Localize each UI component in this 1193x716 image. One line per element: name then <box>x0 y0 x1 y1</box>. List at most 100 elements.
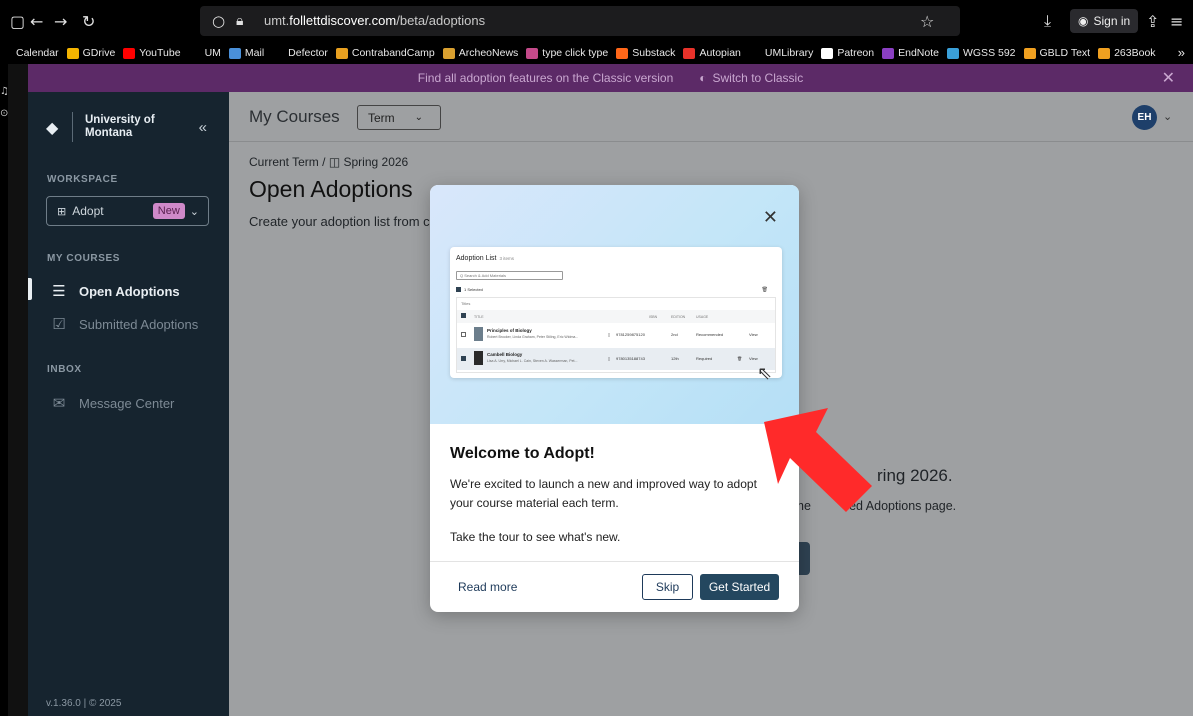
bookmark-favicon-icon <box>188 47 201 59</box>
shield-icon[interactable]: ○ <box>212 8 225 34</box>
lock-icon[interactable]: 🔒︎ <box>236 8 243 34</box>
workspace-select-value: Adopt <box>72 204 104 218</box>
close-icon[interactable]: ✕ <box>1162 68 1175 87</box>
bookmark-item[interactable]: Calendar <box>0 47 59 59</box>
sidebar: ◆ University of Montana « WORKSPACE ⊞ Ad… <box>28 92 229 716</box>
bookmark-item[interactable]: GBLD Text <box>1023 47 1091 59</box>
bookmark-item[interactable]: ContrabandCamp <box>335 47 435 59</box>
share-icon[interactable]: ⇪ <box>1146 8 1159 34</box>
switch-to-classic-link[interactable]: ◐ Switch to Classic <box>699 71 803 85</box>
bookmark-favicon-icon <box>1023 47 1036 59</box>
version-text: v.1.36.0 | © 2025 <box>46 698 122 709</box>
sidebar-toggle-icon[interactable]: ▢ <box>10 8 25 34</box>
sign-in-button[interactable]: ◉ Sign in <box>1070 9 1139 33</box>
classic-banner: Find all adoption features on the Classi… <box>28 64 1193 92</box>
row-usage: Required <box>696 356 713 361</box>
bookmark-item[interactable]: 263Book <box>1098 47 1156 59</box>
bookmark-item[interactable]: UMLibrary <box>748 47 814 59</box>
sidebar-item-label: Message Center <box>79 395 175 411</box>
bookmark-favicon-icon <box>882 47 895 59</box>
workspace-select[interactable]: ⊞ Adopt New ⌄ <box>46 196 209 226</box>
sidebar-item-open-adoptions[interactable]: ☰ Open Adoptions <box>49 282 179 300</box>
bookmark-item[interactable]: ArcheoNews <box>442 47 519 59</box>
modal-title: Welcome to Adopt! <box>450 445 595 462</box>
bookmark-label: ArcheoNews <box>458 47 519 59</box>
modal-body: We're excited to launch a new and improv… <box>450 477 757 510</box>
bookmark-item[interactable]: type click type <box>526 47 608 59</box>
url-text[interactable]: umt.follettdiscover.com/beta/adoptions <box>264 13 485 28</box>
list-icon: ☰ <box>52 282 66 300</box>
chevron-down-icon[interactable]: ⌄ <box>1163 110 1172 123</box>
collapse-sidebar-icon[interactable]: « <box>199 119 207 136</box>
grid-icon: ⊞ <box>57 205 67 218</box>
university-logo[interactable]: ◆ University of Montana <box>46 112 155 142</box>
close-icon[interactable]: ✕ <box>763 207 778 228</box>
skip-button[interactable]: Skip <box>642 574 693 600</box>
read-more-link[interactable]: Read more <box>458 580 517 594</box>
preview-count: 3 items <box>499 256 514 261</box>
bookmark-label: EndNote <box>898 47 939 59</box>
bookmark-item[interactable]: EndNote <box>882 47 939 59</box>
toggle-icon: ◐ <box>699 71 707 85</box>
edge-icon: ♫ <box>0 86 9 97</box>
get-started-button[interactable]: Get Started <box>700 574 779 600</box>
bookmark-label: UMLibrary <box>764 47 814 59</box>
preview-selected-count: 1 Selected <box>456 287 483 292</box>
row-edition: 12th <box>671 356 679 361</box>
bookmark-label: Patreon <box>837 47 875 59</box>
red-arrow-icon <box>764 408 872 512</box>
top-bar: My Courses Term ⌄ EH ⌄ <box>229 92 1193 142</box>
banner-message: Find all adoption features on the Classi… <box>417 71 674 85</box>
preview-title: Adoption List <box>456 255 497 262</box>
preview-table-label: Titles <box>461 301 471 306</box>
bookmark-item[interactable]: Mail <box>228 47 264 59</box>
bookmarks-overflow-icon[interactable]: » <box>1178 45 1185 60</box>
avatar[interactable]: EH <box>1132 105 1157 130</box>
bookmark-item[interactable]: WGSS 592 <box>946 47 1016 59</box>
reload-icon[interactable]: ↻ <box>82 8 95 34</box>
bookmark-item[interactable]: Patreon <box>821 47 874 59</box>
account-icon: ◉ <box>1078 14 1089 28</box>
download-icon[interactable]: ⤓ <box>1044 8 1051 34</box>
bookmark-item[interactable]: Defector <box>272 47 328 59</box>
bookmark-item[interactable]: GDrive <box>66 47 115 59</box>
arrow-shape <box>764 408 872 512</box>
page-subtitle: Create your adoption list from c <box>249 214 430 229</box>
col-edition: EDITION <box>671 315 686 319</box>
menu-icon[interactable]: ≡ <box>1170 8 1183 34</box>
edge-icon: ⊙ <box>0 108 9 119</box>
bookmark-star-icon[interactable]: ☆ <box>920 8 934 34</box>
sidebar-item-submitted-adoptions[interactable]: ☑ Submitted Adoptions <box>49 315 198 333</box>
logo-line-2: Montana <box>85 127 133 139</box>
address-bar[interactable]: ○ 🔒︎ umt.follettdiscover.com/beta/adopti… <box>200 6 960 36</box>
trash-icon: 🗑︎ <box>737 356 743 361</box>
bookmark-favicon-icon <box>442 47 455 59</box>
back-arrow-icon[interactable]: ← <box>30 8 43 34</box>
book-icon: ▯ <box>608 332 611 337</box>
page-header-title: My Courses <box>249 107 340 126</box>
sign-in-label: Sign in <box>1093 14 1131 28</box>
forward-arrow-icon[interactable]: → <box>54 8 67 34</box>
bookmark-favicon-icon <box>683 47 696 59</box>
bookmark-label: YouTube <box>139 47 181 59</box>
bookmark-label: GBLD Text <box>1039 47 1091 59</box>
bookmark-item[interactable]: UM <box>188 47 221 59</box>
row-title: Principles of Biology <box>487 328 532 333</box>
term-select[interactable]: Term ⌄ <box>357 105 441 130</box>
sidebar-item-message-center[interactable]: ✉ Message Center <box>49 394 175 412</box>
bookmark-label: Defector <box>288 47 328 59</box>
adoption-list-preview: Adoption List 3 items Q Search & Add Mate… <box>450 247 782 378</box>
inbox-heading: INBOX <box>47 364 82 375</box>
logo-line-1: University of <box>85 114 155 126</box>
logo-mark-icon: ◆ <box>46 120 59 137</box>
bookmark-favicon-icon <box>946 47 959 59</box>
bookmark-label: ContrabandCamp <box>351 47 435 59</box>
bookmark-item[interactable]: Autopian <box>683 47 741 59</box>
bookmark-favicon-icon <box>821 47 834 59</box>
workspace-heading: WORKSPACE <box>47 174 118 185</box>
bookmark-item[interactable]: Substack <box>616 47 675 59</box>
breadcrumb-parent[interactable]: Current Term <box>249 155 319 169</box>
cursor-icon: ⇖ <box>757 363 773 384</box>
bookmark-item[interactable]: YouTube <box>123 47 181 59</box>
row-authors: Lisa A. Urry, Michael L. Cain, Steven A.… <box>487 359 578 363</box>
